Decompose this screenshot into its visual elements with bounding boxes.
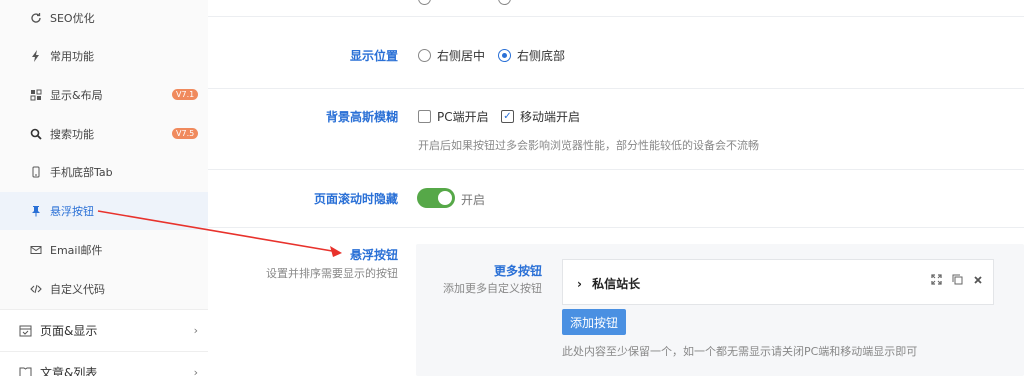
radio-button[interactable] xyxy=(418,49,431,62)
sidebar-item-label: 常用功能 xyxy=(50,50,94,63)
sidebar-item-custom-code[interactable]: 自定义代码 xyxy=(0,270,208,308)
pin-icon xyxy=(30,205,42,217)
chevron-right-icon: › xyxy=(193,324,198,337)
checkbox-label: 移动端开启 xyxy=(520,110,581,124)
more-buttons-desc: 添加更多自定义按钮 xyxy=(443,282,542,295)
sidebar-item-mobile-tab[interactable]: 手机底部Tab xyxy=(0,153,208,191)
blur-hint: 开启后如果按钮过多会影响浏览器性能，部分性能较低的设备会不流畅 xyxy=(418,139,759,152)
scroll-hide-label: 页面滚动时隐藏 xyxy=(313,192,398,206)
sidebar-item-float-button[interactable]: 悬浮按钮 xyxy=(0,192,208,230)
add-button[interactable]: 添加按钮 xyxy=(562,309,626,335)
position-option-center[interactable]: 右侧居中 xyxy=(418,47,485,64)
sidebar-item-label: 搜索功能 xyxy=(50,128,94,141)
sidebar-item-label: 手机底部Tab xyxy=(50,166,113,179)
mobile-icon xyxy=(30,166,42,178)
checkbox-label: PC端开启 xyxy=(437,110,489,124)
blur-label: 背景高斯模糊 xyxy=(325,110,398,124)
copy-icon[interactable] xyxy=(952,274,963,288)
sidebar-item-email[interactable]: Email邮件 xyxy=(0,231,208,269)
code-icon xyxy=(30,283,42,295)
sidebar-group-label: 页面&显示 xyxy=(40,324,98,338)
book-icon xyxy=(18,366,32,376)
search-icon xyxy=(30,128,42,140)
radio-partial[interactable] xyxy=(498,0,511,5)
card-actions xyxy=(931,274,983,288)
radio-partial[interactable] xyxy=(418,0,431,5)
close-icon[interactable] xyxy=(973,274,983,288)
expand-icon[interactable] xyxy=(931,274,942,288)
radio-label: 右侧底部 xyxy=(517,49,566,63)
sidebar-group-page-display[interactable]: 页面&显示 › xyxy=(0,309,208,351)
float-button-label: 悬浮按钮 xyxy=(349,248,398,262)
divider xyxy=(208,16,1024,17)
button-item-label: 私信站长 xyxy=(592,277,641,291)
version-badge: V7.1 xyxy=(172,89,199,100)
sidebar-item-seo[interactable]: SEO优化 xyxy=(0,0,208,37)
divider xyxy=(208,169,1024,170)
blur-pc-checkbox[interactable]: PC端开启 xyxy=(418,108,489,125)
chevron-right-icon[interactable]: › xyxy=(577,277,582,291)
radio-button[interactable] xyxy=(498,49,511,62)
layout-icon xyxy=(30,89,42,101)
button-item-title[interactable]: › 私信站长 xyxy=(577,275,640,292)
divider xyxy=(208,227,1024,228)
sidebar-item-label: SEO优化 xyxy=(50,12,95,25)
radio-label: 右侧居中 xyxy=(437,49,486,63)
mail-icon xyxy=(30,244,42,256)
button-item-card[interactable]: › 私信站长 xyxy=(562,259,994,305)
sidebar-item-label: Email邮件 xyxy=(50,244,103,257)
refresh-icon xyxy=(30,12,42,24)
more-buttons-hint: 此处内容至少保留一个，如一个都无需显示请关闭PC端和移动端显示即可 xyxy=(562,345,918,358)
sidebar-group-label: 文章&列表 xyxy=(40,366,98,376)
sidebar-item-common[interactable]: 常用功能 xyxy=(0,37,208,75)
blur-mobile-checkbox[interactable]: ✓ 移动端开启 xyxy=(501,108,580,125)
toggle-state-label: 开启 xyxy=(461,193,486,207)
more-buttons-label: 更多按钮 xyxy=(493,264,542,278)
sidebar-group-article-list[interactable]: 文章&列表 › xyxy=(0,351,208,376)
sidebar-item-label: 显示&布局 xyxy=(50,89,103,102)
settings-main: 显示位置 右侧居中 右侧底部 背景高斯模糊 PC端开启 ✓ 移动端开启 开启后如… xyxy=(208,0,1024,376)
position-option-bottom[interactable]: 右侧底部 xyxy=(498,47,565,64)
sidebar-item-label: 自定义代码 xyxy=(50,283,105,296)
position-label: 显示位置 xyxy=(349,49,398,63)
version-badge: V7.5 xyxy=(172,128,199,139)
calendar-icon xyxy=(18,324,32,338)
checkbox[interactable] xyxy=(418,110,431,123)
divider xyxy=(208,88,1024,89)
sidebar-item-layout[interactable]: 显示&布局 V7.1 xyxy=(0,76,208,114)
bolt-icon xyxy=(30,50,42,62)
check-icon[interactable]: ✓ xyxy=(501,110,514,123)
sidebar-item-label: 悬浮按钮 xyxy=(50,205,94,218)
scroll-hide-toggle[interactable] xyxy=(417,188,455,208)
sidebar: SEO优化 常用功能 显示&布局 V7.1 搜索功能 V7.5 手机底部Tab … xyxy=(0,0,208,376)
sidebar-item-search[interactable]: 搜索功能 V7.5 xyxy=(0,115,208,153)
chevron-right-icon: › xyxy=(193,366,198,376)
float-button-desc: 设置并排序需要显示的按钮 xyxy=(266,267,398,280)
